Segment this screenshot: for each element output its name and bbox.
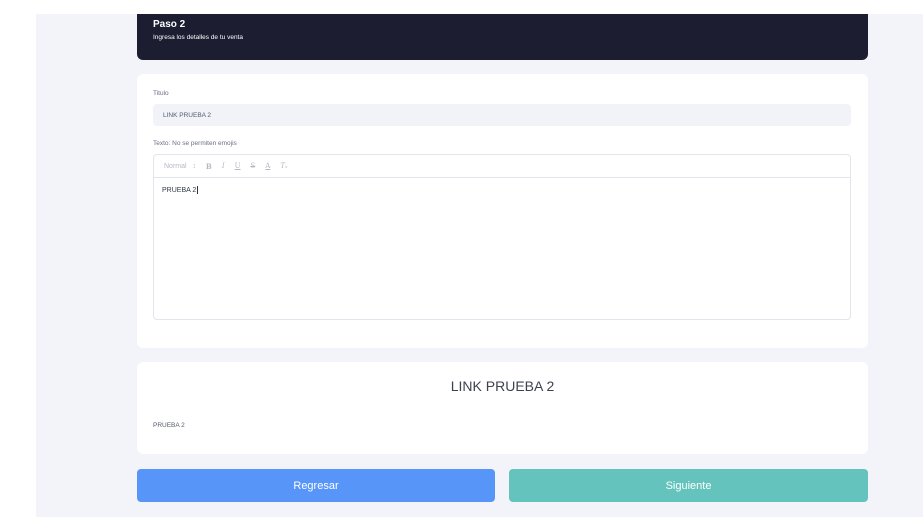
preview-card: LINK PRUEBA 2 PRUEBA 2 [137, 362, 868, 454]
clear-format-button[interactable]: Tₓ [280, 162, 287, 170]
preview-title: LINK PRUEBA 2 [450, 378, 555, 394]
text-color-button[interactable]: A [265, 162, 270, 170]
bold-button[interactable]: B [206, 162, 212, 171]
text-caret [197, 186, 199, 194]
back-button[interactable]: Regresar [137, 469, 495, 502]
underline-button[interactable]: U [235, 162, 241, 170]
next-button[interactable]: Siguiente [509, 469, 868, 502]
rich-text-editor: Normal ↕ B I U S A Tₓ PRUEBA 2 [153, 154, 851, 320]
select-arrows-icon: ↕ [192, 162, 196, 170]
preview-body: PRUEBA 2 [153, 422, 185, 429]
title-label: Titulo [153, 90, 169, 97]
strike-button[interactable]: S [251, 162, 256, 170]
format-select[interactable]: Normal ↕ [164, 163, 196, 170]
step-title: Paso 2 [153, 19, 186, 30]
italic-button[interactable]: I [222, 162, 225, 170]
title-input[interactable] [153, 104, 851, 126]
editor-toolbar: Normal ↕ B I U S A Tₓ [154, 155, 850, 178]
text-label: Texto: No se permiten emojis [153, 140, 237, 147]
step-subtitle: Ingresa los detalles de tu venta [153, 34, 243, 41]
details-form-card: Titulo Texto: No se permiten emojis Norm… [137, 74, 868, 348]
step-header: Paso 2 Ingresa los detalles de tu venta [137, 14, 868, 60]
editor-content[interactable]: PRUEBA 2 [154, 178, 850, 202]
